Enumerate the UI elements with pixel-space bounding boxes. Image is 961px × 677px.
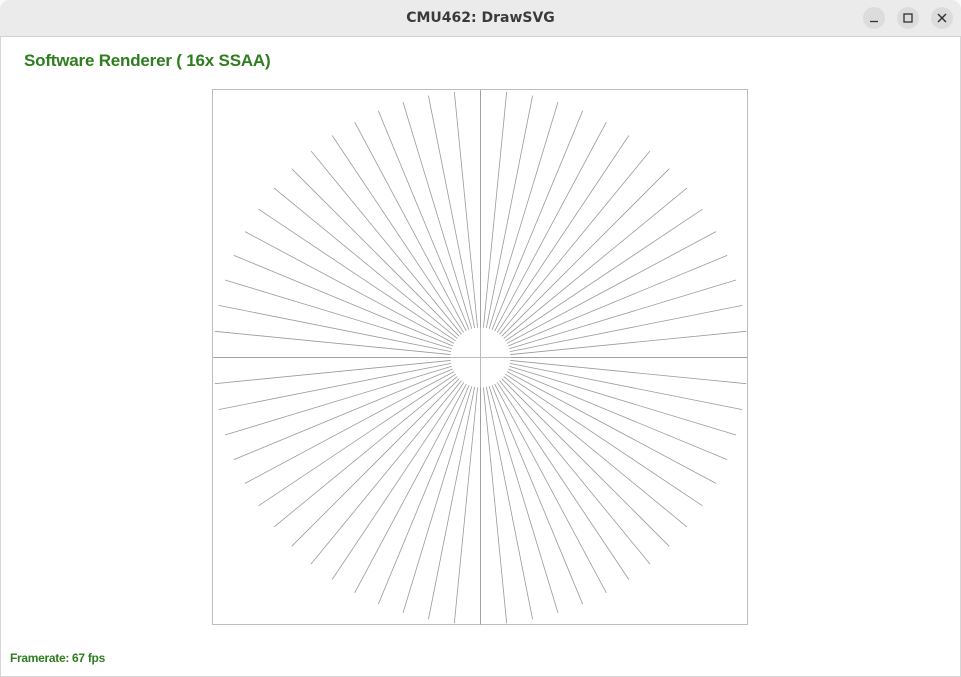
radial-line (483, 91, 508, 328)
maximize-icon (903, 13, 913, 23)
radial-line (509, 365, 737, 436)
close-button[interactable] (931, 7, 953, 29)
radial-line (509, 362, 743, 410)
radial-line (233, 368, 453, 461)
radial-line (510, 330, 747, 355)
radial-line (491, 110, 584, 330)
radial-line (496, 135, 630, 333)
radial-line (224, 279, 452, 350)
radial-line (509, 305, 743, 353)
radial-line (488, 386, 559, 614)
framerate-label: Framerate: 67 fps (10, 651, 105, 665)
radial-line (377, 385, 470, 605)
close-icon (937, 13, 947, 23)
radial-line (233, 254, 453, 347)
minimize-icon (870, 20, 878, 23)
radial-line (428, 95, 476, 329)
svg-viewport (212, 89, 748, 625)
radial-line (496, 382, 630, 580)
render-canvas[interactable] (0, 37, 961, 677)
radial-line (377, 110, 470, 330)
radial-line (258, 373, 456, 507)
radial-line (331, 382, 465, 580)
radial-line (224, 365, 452, 436)
radial-line (483, 387, 508, 624)
window-title: CMU462: DrawSVG (406, 10, 555, 26)
radial-line (291, 378, 460, 547)
radial-line (485, 386, 533, 620)
radial-line (508, 368, 728, 461)
radial-line (509, 279, 737, 350)
radial-line (402, 386, 473, 614)
renderer-label: Software Renderer ( 16x SSAA) (24, 51, 271, 70)
radial-line (331, 135, 465, 333)
radial-line (488, 101, 559, 329)
radial-line (453, 387, 478, 624)
radial-line (218, 305, 452, 353)
radial-line (291, 168, 460, 337)
radial-line (402, 101, 473, 329)
radial-line (491, 385, 584, 605)
radial-line (214, 330, 451, 355)
radial-line (453, 91, 478, 328)
radial-line (505, 373, 703, 507)
radial-line (218, 362, 452, 410)
radial-line (428, 386, 476, 620)
radial-line (501, 168, 670, 337)
radial-line (258, 208, 456, 342)
radial-line (510, 360, 747, 385)
radial-line (214, 360, 451, 385)
maximize-button[interactable] (897, 7, 919, 29)
radial-line (508, 254, 728, 347)
title-bar[interactable]: CMU462: DrawSVG (0, 0, 961, 37)
radial-line (501, 378, 670, 547)
radial-line (485, 95, 533, 329)
minimize-button[interactable] (863, 7, 885, 29)
radial-line (505, 208, 703, 342)
app-window: CMU462: DrawSVG Software Renderer ( 16x … (0, 0, 961, 677)
